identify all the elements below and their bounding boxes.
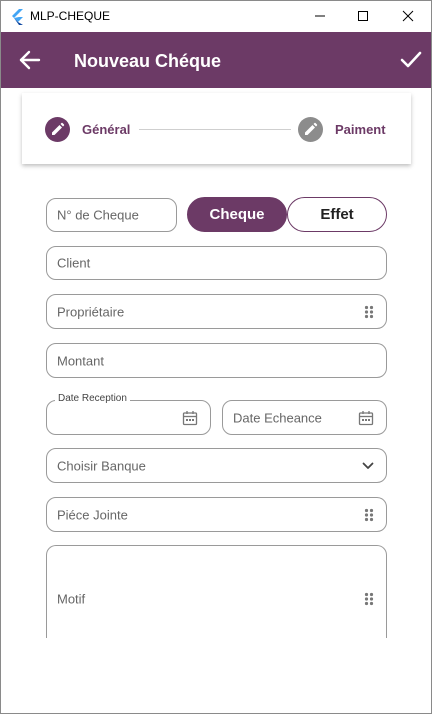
montant-placeholder: Montant bbox=[57, 353, 104, 368]
drag-dots-icon[interactable] bbox=[364, 508, 374, 522]
type-cheque-button[interactable]: Cheque bbox=[187, 197, 287, 232]
client-placeholder: Client bbox=[57, 255, 91, 271]
app-window: MLP-CHEQUE Nouveau Chéque Général Paimen… bbox=[0, 0, 432, 714]
edit-icon bbox=[52, 122, 65, 135]
type-effet-label: Effet bbox=[320, 206, 354, 223]
save-check-icon[interactable] bbox=[400, 50, 422, 70]
minimize-icon bbox=[315, 15, 325, 17]
chevron-down-icon bbox=[362, 462, 374, 469]
scroll-clip-area bbox=[2, 638, 431, 713]
step-general-indicator[interactable] bbox=[45, 117, 70, 142]
drag-dots-icon[interactable] bbox=[364, 592, 374, 606]
date-reception-input[interactable]: Date Reception bbox=[46, 393, 211, 435]
drag-dots-icon[interactable] bbox=[364, 305, 374, 319]
step-general-label[interactable]: Général bbox=[82, 122, 130, 137]
flutter-logo-icon bbox=[12, 9, 23, 25]
date-echeance-input[interactable]: Date Echeance bbox=[222, 400, 387, 435]
date-reception-label: Date Reception bbox=[55, 393, 130, 404]
maximize-icon bbox=[358, 11, 368, 21]
step-paiment-label[interactable]: Paiment bbox=[335, 122, 386, 137]
motif-placeholder: Motif bbox=[57, 591, 86, 607]
step-connector bbox=[139, 129, 291, 130]
stepper-card: Général Paiment bbox=[22, 93, 411, 164]
piece-jointe-placeholder: Piéce Jointe bbox=[57, 507, 128, 522]
window-title: MLP-CHEQUE bbox=[30, 9, 111, 23]
date-echeance-placeholder: Date Echeance bbox=[233, 410, 322, 425]
banque-placeholder: Choisir Banque bbox=[57, 458, 146, 473]
close-icon bbox=[402, 10, 414, 22]
calendar-icon[interactable] bbox=[358, 410, 374, 426]
close-button[interactable] bbox=[386, 1, 431, 32]
piece-jointe-input[interactable]: Piéce Jointe bbox=[46, 497, 387, 532]
banque-select[interactable]: Choisir Banque bbox=[46, 448, 387, 483]
cheque-number-input[interactable]: N° de Cheque bbox=[46, 198, 177, 232]
step-paiment-indicator[interactable] bbox=[298, 117, 323, 142]
montant-input[interactable]: Montant bbox=[46, 343, 387, 378]
proprietaire-input[interactable]: Propriétaire bbox=[46, 294, 387, 329]
app-bar: Nouveau Chéque bbox=[1, 32, 431, 88]
back-arrow-icon[interactable] bbox=[19, 50, 41, 70]
client-input[interactable]: Client bbox=[46, 246, 387, 280]
minimize-button[interactable] bbox=[298, 1, 343, 32]
window-titlebar: MLP-CHEQUE bbox=[1, 1, 431, 32]
edit-icon bbox=[305, 122, 318, 135]
type-cheque-label: Cheque bbox=[209, 206, 265, 223]
page-title: Nouveau Chéque bbox=[74, 51, 222, 71]
maximize-button[interactable] bbox=[341, 1, 386, 32]
type-effet-button[interactable]: Effet bbox=[287, 197, 387, 232]
proprietaire-placeholder: Propriétaire bbox=[57, 304, 125, 319]
cheque-number-placeholder: N° de Cheque bbox=[57, 207, 139, 223]
calendar-icon[interactable] bbox=[182, 410, 198, 426]
